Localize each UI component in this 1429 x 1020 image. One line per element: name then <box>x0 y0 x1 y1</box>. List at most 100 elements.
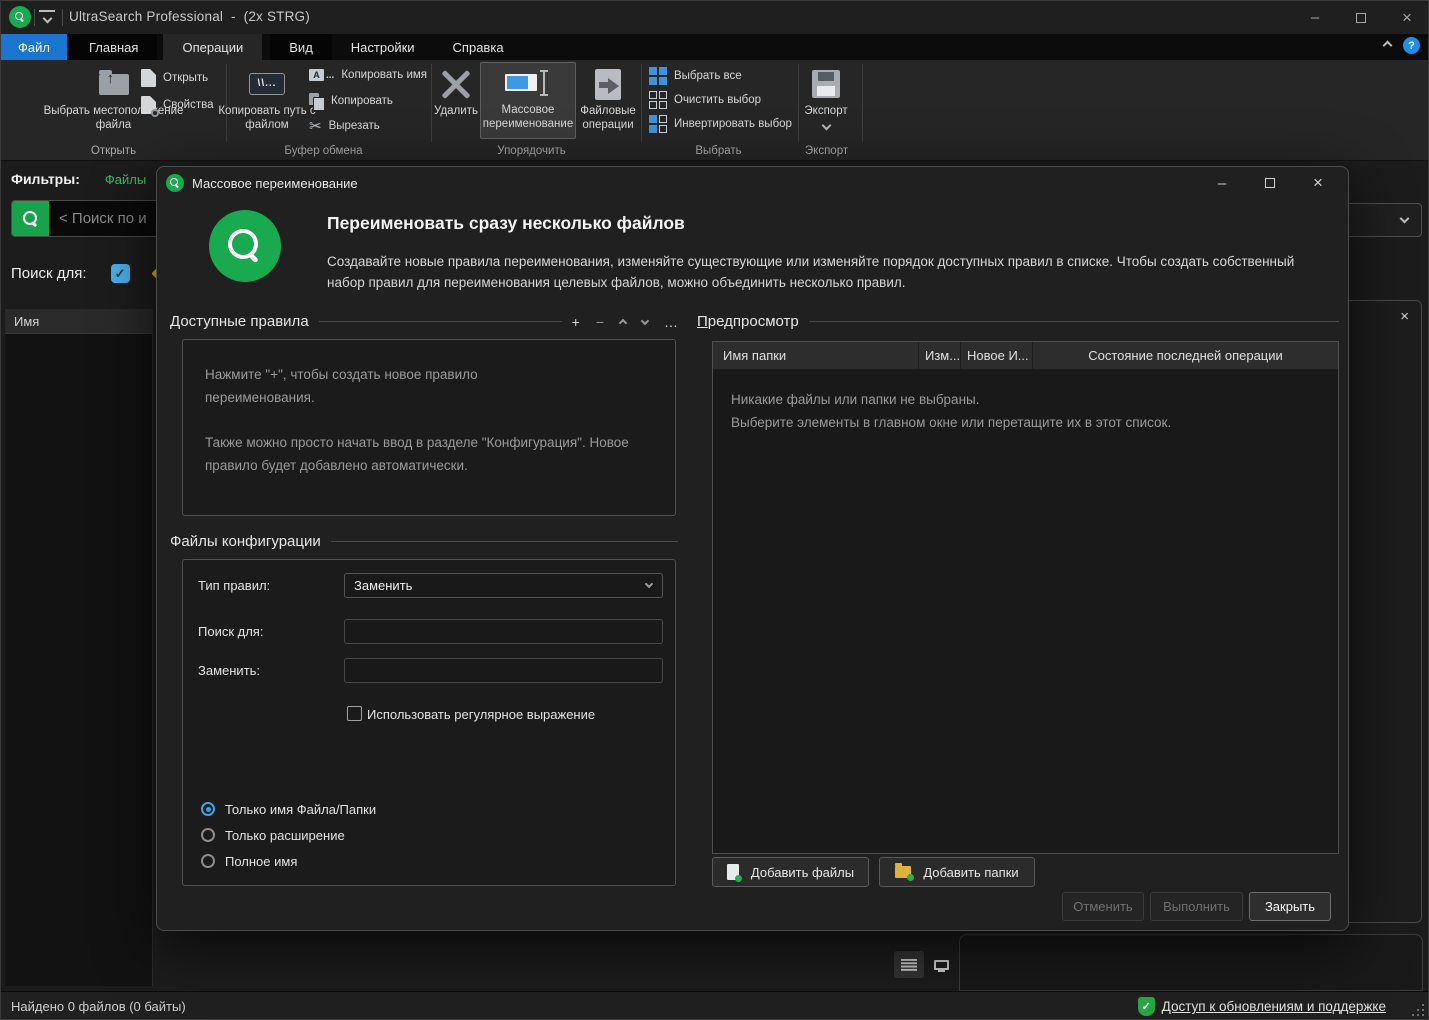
window-controls: – × <box>1292 1 1429 34</box>
export-button[interactable]: Экспорт <box>801 64 851 129</box>
radio-filename-only[interactable] <box>201 802 215 816</box>
collapse-ribbon-icon[interactable] <box>1383 41 1393 51</box>
dialog-title: Массовое переименование <box>192 176 358 191</box>
cancel-button[interactable]: Отменить <box>1062 892 1144 921</box>
tab-settings[interactable]: Настройки <box>332 34 434 60</box>
search-for-checkbox[interactable]: ✓ <box>111 264 130 283</box>
resize-grip[interactable] <box>1412 1004 1424 1016</box>
search-button[interactable] <box>12 201 49 236</box>
column-new-name[interactable]: Новое И... <box>961 342 1033 369</box>
config-search-label: Поиск для: <box>198 624 263 639</box>
copy-name-button[interactable]: A... Копировать имя <box>309 69 427 81</box>
monitor-icon <box>934 960 949 970</box>
move-rule-up-button[interactable] <box>619 319 627 327</box>
more-rules-button[interactable]: … <box>664 314 678 330</box>
column-folder-name[interactable]: Имя папки <box>713 342 919 369</box>
add-folders-button[interactable]: Добавить папки <box>879 857 1035 887</box>
file-operations-icon <box>595 69 621 100</box>
rules-hint-2: Также можно просто начать ввод в разделе… <box>205 431 653 477</box>
dialog-maximize-button[interactable] <box>1246 167 1294 199</box>
radio-extension-label: Только расширение <box>225 828 345 843</box>
tab-view[interactable]: Вид <box>270 34 332 60</box>
quick-access-dropdown-icon[interactable] <box>39 10 55 24</box>
name-column-header[interactable]: Имя <box>5 309 153 334</box>
folder-up-icon: ↑ <box>99 74 129 95</box>
close-panel-icon[interactable]: × <box>1400 308 1409 325</box>
radio-extension-only[interactable] <box>201 828 215 842</box>
maximize-button[interactable] <box>1338 1 1384 34</box>
dialog-minimize-button[interactable]: – <box>1198 167 1246 199</box>
invert-selection-icon <box>649 115 667 133</box>
remove-rule-button[interactable]: − <box>596 314 604 330</box>
preview-view-button[interactable] <box>926 951 956 978</box>
select-all-button[interactable]: Выбрать все <box>649 67 742 85</box>
status-found-text: Найдено 0 файлов (0 байты) <box>11 999 186 1014</box>
run-button[interactable]: Выполнить <box>1150 892 1243 921</box>
list-view-icon <box>901 959 917 971</box>
chevron-down-icon <box>645 580 653 588</box>
rules-section-header: Доступные правила + − … <box>170 313 678 330</box>
close-button[interactable]: × <box>1384 1 1429 34</box>
config-replace-input[interactable] <box>344 658 663 683</box>
copy-button[interactable]: Копировать <box>309 93 393 109</box>
results-list[interactable] <box>5 334 153 986</box>
config-box: Тип правил: Заменить Поиск для: Заменить… <box>182 559 676 886</box>
tab-file[interactable]: Файл <box>1 34 67 60</box>
app-logo-icon <box>9 6 31 28</box>
filters-files-link[interactable]: Файлы <box>105 172 146 187</box>
delete-button[interactable]: Удалить <box>433 64 479 118</box>
dialog-description: Создавайте новые правила переименования,… <box>327 251 1305 293</box>
regex-checkbox[interactable] <box>347 706 362 721</box>
invert-selection-button[interactable]: Инвертировать выбор <box>649 115 792 133</box>
column-last-operation[interactable]: Состояние последней операции <box>1033 342 1338 369</box>
filters-label: Фильтры: <box>11 171 80 187</box>
preview-empty-message: Никакие файлы или папки не выбраны. Выбе… <box>713 370 1338 434</box>
select-all-icon <box>649 67 667 85</box>
floppy-icon <box>812 70 840 98</box>
tab-help[interactable]: Справка <box>434 34 523 60</box>
rule-type-label: Тип правил: <box>198 578 270 593</box>
copy-path-button[interactable]: \\... Копировать путь с файлом <box>231 64 303 132</box>
close-dialog-button[interactable]: Закрыть <box>1249 892 1331 921</box>
rules-list-empty[interactable]: Нажмите "+", чтобы создать новое правило… <box>182 339 676 516</box>
open-button[interactable]: Открыть <box>141 69 208 87</box>
file-operations-button[interactable]: Файловые операции <box>579 64 637 132</box>
move-rule-down-button[interactable] <box>641 316 649 324</box>
ribbon-tabs: Файл Главная Операции Вид Настройки Спра… <box>1 34 1429 60</box>
tab-operations[interactable]: Операции <box>163 34 262 60</box>
radio-full-name[interactable] <box>201 854 215 868</box>
rule-type-select[interactable]: Заменить <box>344 573 663 598</box>
list-view-button[interactable] <box>894 951 924 978</box>
clear-selection-button[interactable]: Очистить выбор <box>649 91 761 109</box>
delete-x-icon <box>440 68 472 100</box>
titlebar-divider <box>62 9 63 26</box>
mass-rename-button[interactable]: Массовое переименование <box>480 62 576 139</box>
ribbon: ↑ Выбрать местоположение файла Открыть С… <box>1 60 1429 161</box>
clear-selection-icon <box>649 91 667 109</box>
ultrasearch-window: UltraSearch Professional - (2x STRG) – ×… <box>0 0 1429 1020</box>
add-folder-icon <box>895 866 911 878</box>
preview-section-header: Предпросмотр <box>697 313 1339 330</box>
cut-button[interactable]: ✂Вырезать <box>309 117 380 135</box>
help-icon[interactable]: ? <box>1403 37 1420 54</box>
properties-button[interactable]: Свойства <box>141 96 214 114</box>
add-rule-button[interactable]: + <box>572 314 580 330</box>
dialog-close-button[interactable]: × <box>1294 167 1342 199</box>
config-section-title: Файлы конфигурации <box>170 533 321 550</box>
scissors-icon: ✂ <box>309 117 322 135</box>
chevron-down-icon <box>1400 214 1410 224</box>
config-search-input[interactable] <box>344 619 663 644</box>
status-bar: Найдено 0 файлов (0 байты) ✓ Доступ к об… <box>1 991 1429 1020</box>
group-label-export: Экспорт <box>744 145 909 157</box>
preview-table-header: Имя папки Изм... Новое И... Состояние по… <box>713 342 1338 370</box>
tab-home[interactable]: Главная <box>70 34 157 60</box>
shield-check-icon: ✓ <box>1138 997 1155 1016</box>
search-icon <box>15 12 25 22</box>
dialog-window-controls: – × <box>1198 167 1342 199</box>
minimize-button[interactable]: – <box>1292 1 1338 34</box>
radio-filename-label: Только имя Файла/Папки <box>225 802 376 817</box>
regex-label: Использовать регулярное выражение <box>367 707 595 722</box>
updates-support-link[interactable]: Доступ к обновлениям и поддержке <box>1162 999 1386 1014</box>
add-files-button[interactable]: Добавить файлы <box>712 857 869 887</box>
column-changed[interactable]: Изм... <box>919 342 961 369</box>
